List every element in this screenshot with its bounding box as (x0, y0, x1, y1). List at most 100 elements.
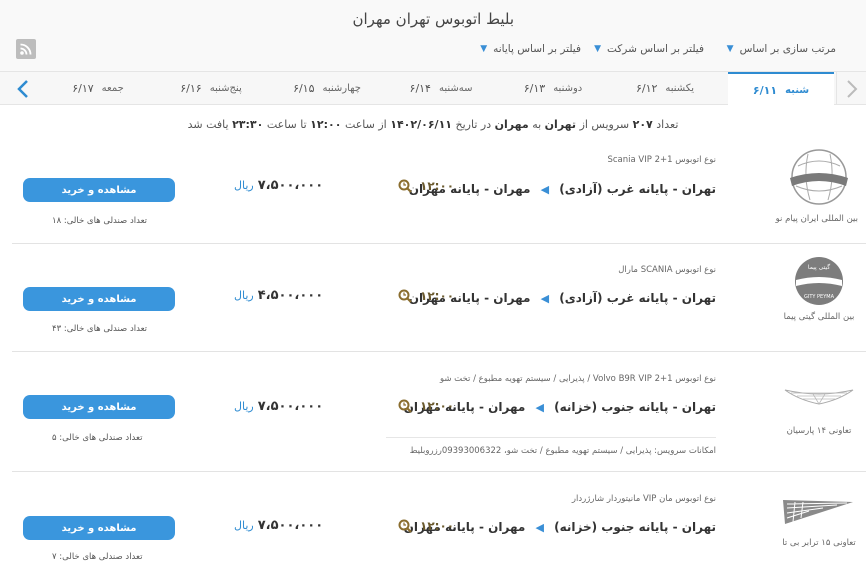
company-filter-dropdown[interactable]: فیلتر بر اساس شرکت ▼ (594, 43, 704, 55)
sort-label: مرتب سازی بر اساس (739, 43, 836, 55)
departure-time: ۱۲:۰۰ (398, 179, 454, 193)
result-row: تعاونی ۱۵ ترابر بی تا نوع اتوبوس مان VIP… (12, 472, 866, 575)
terminal-filter-dropdown[interactable]: فیلتر بر اساس پایانه ▼ (471, 43, 581, 55)
seat-count: ۴۳ (52, 324, 62, 334)
service-amenities: امکانات سرویس: پذیرایی / سیستم تهویه مطب… (409, 446, 716, 456)
clock-search-icon (398, 179, 412, 193)
price-value: ۷،۵۰۰،۰۰۰ (257, 399, 324, 414)
day-date: ۶/۱۶ (180, 82, 202, 95)
seat-count: ۵ (52, 433, 57, 443)
result-row: تعاونی ۱۴ پارسیان نوع اتوبوس Volvo B9R V… (12, 352, 866, 472)
seat-count: ۱۸ (52, 216, 62, 226)
bus-type: نوع اتوبوس مان VIP مانیتوردار شارژردار (571, 494, 716, 504)
price-value: ۴،۵۰۰،۰۰۰ (257, 288, 324, 303)
chevron-left-icon (17, 79, 28, 98)
chevron-down-icon: ▼ (480, 44, 488, 54)
tab-day-1[interactable]: شنبه ۶/۱۱ (728, 72, 834, 106)
next-day-button[interactable] (8, 72, 38, 105)
wings-logo-icon (784, 389, 854, 405)
clock-search-icon (398, 289, 412, 303)
tab-day-6[interactable]: پنج‌شنبه ۶/۱۶ (156, 72, 266, 105)
day-name: دوشنبه (553, 83, 583, 94)
chevron-down-icon: ▼ (594, 44, 601, 54)
time-value: ۱۲:۰۰ (420, 289, 455, 303)
time-value: ۱۲:۰۰ (420, 179, 455, 193)
bus-type: نوع اتوبوس SCANIA مارال (618, 265, 716, 275)
tab-day-5[interactable]: چهارشنبه ۶/۱۵ (272, 72, 382, 105)
price: ۴،۵۰۰،۰۰۰ریال (234, 288, 323, 303)
day-date: ۶/۱۴ (409, 82, 431, 95)
terminal-filter-label: فیلتر بر اساس پایانه (493, 43, 581, 55)
view-and-buy-button[interactable]: مشاهده و خرید (23, 395, 175, 419)
sort-dropdown[interactable]: مرتب سازی بر اساس ▼ (726, 43, 836, 55)
day-date: ۶/۱۷ (72, 82, 94, 95)
arrow-left-icon: ◀ (540, 183, 550, 196)
tab-day-7[interactable]: جمعه ۶/۱۷ (48, 72, 148, 105)
company-logo: گیتی پیما GITY PEYMA بین المللی گیتی پیم… (780, 256, 858, 322)
currency: ریال (234, 400, 254, 413)
svg-text:گیتی پیما: گیتی پیما (808, 263, 830, 271)
arrow-left-icon: ◀ (540, 292, 550, 305)
price: ۷،۵۰۰،۰۰۰ریال (234, 399, 323, 414)
available-seats: تعداد صندلی های خالی: ۴۳ (52, 324, 148, 334)
day-name: پنج‌شنبه (209, 83, 242, 94)
result-count: ۲۰۷ (632, 118, 653, 131)
price: ۷،۵۰۰،۰۰۰ریال (234, 178, 323, 193)
time-value: ۱۲:۰۰ (420, 519, 455, 533)
route-origin: تهران - پایانه جنوب (خزانه) (554, 400, 716, 414)
prev-day-button[interactable] (836, 72, 866, 105)
route-origin: تهران - پایانه غرب (آزادی) (559, 182, 716, 196)
result-row: بین المللی ایران پیام نو نوع اتوبوس Scan… (12, 140, 866, 244)
price-value: ۷،۵۰۰،۰۰۰ (257, 178, 324, 193)
chevron-down-icon: ▼ (726, 44, 734, 54)
seat-count: ۷ (52, 552, 57, 562)
company-filter-label: فیلتر بر اساس شرکت (607, 43, 704, 55)
page-title: بلیط اتوبوس تهران مهران (352, 10, 515, 28)
rss-icon (20, 43, 32, 55)
summary-destination: مهران (494, 118, 529, 131)
available-seats: تعداد صندلی های خالی: ۱۸ (52, 216, 148, 226)
day-date: ۶/۱۱ (752, 83, 778, 97)
day-name: سه‌شنبه (438, 83, 473, 94)
company-name: تعاونی ۱۴ پارسیان (786, 426, 852, 436)
summary-from-time: ۱۲:۰۰ (310, 118, 342, 131)
svg-text:GITY PEYMA: GITY PEYMA (804, 294, 835, 300)
results-summary: تعداد ۲۰۷ سرویس از تهران به مهران در تار… (187, 118, 679, 131)
clock-search-icon (398, 519, 412, 533)
rss-button[interactable] (16, 39, 36, 59)
day-name: جمعه (101, 83, 124, 94)
company-logo: تعاونی ۱۵ ترابر بی تا (780, 498, 858, 548)
divider (386, 437, 716, 438)
view-and-buy-button[interactable]: مشاهده و خرید (23, 178, 175, 202)
clock-search-icon (398, 399, 412, 413)
date-tabs: شنبه ۶/۱۱ یکشنبه ۶/۱۲ دوشنبه ۶/۱۳ سه‌شنب… (0, 71, 866, 106)
day-date: ۶/۱۵ (293, 82, 315, 95)
route-origin: تهران - پایانه جنوب (خزانه) (554, 520, 716, 534)
currency: ریال (234, 519, 254, 532)
company-name: بین المللی ایران پیام نو (775, 214, 858, 224)
price-value: ۷،۵۰۰،۰۰۰ (257, 518, 324, 533)
currency: ریال (234, 289, 254, 302)
time-value: ۱۲:۰۰ (420, 399, 455, 413)
tab-day-4[interactable]: سه‌شنبه ۶/۱۴ (386, 72, 496, 105)
departure-time: ۱۲:۰۰ (398, 519, 454, 533)
company-logo: بین المللی ایران پیام نو (775, 146, 858, 224)
view-and-buy-button[interactable]: مشاهده و خرید (23, 516, 175, 540)
arrow-left-icon: ◀ (535, 521, 544, 534)
day-name: شنبه (785, 84, 810, 96)
summary-to-time: ۲۳:۳۰ (232, 118, 264, 131)
day-date: ۶/۱۲ (635, 82, 658, 95)
day-name: یکشنبه (665, 83, 695, 94)
chevron-right-icon (846, 79, 857, 98)
tab-day-3[interactable]: دوشنبه ۶/۱۳ (498, 72, 608, 105)
gity-peyma-logo-icon: گیتی پیما GITY PEYMA (795, 257, 843, 305)
road-logo-icon (783, 500, 853, 524)
currency: ریال (234, 179, 254, 192)
day-name: چهارشنبه (322, 83, 361, 94)
summary-origin: تهران (544, 118, 577, 131)
arrow-left-icon: ◀ (535, 401, 544, 414)
globe-logo-icon (790, 149, 848, 205)
tab-day-2[interactable]: یکشنبه ۶/۱۲ (610, 72, 720, 105)
view-and-buy-button[interactable]: مشاهده و خرید (23, 287, 175, 311)
price: ۷،۵۰۰،۰۰۰ریال (234, 518, 323, 533)
